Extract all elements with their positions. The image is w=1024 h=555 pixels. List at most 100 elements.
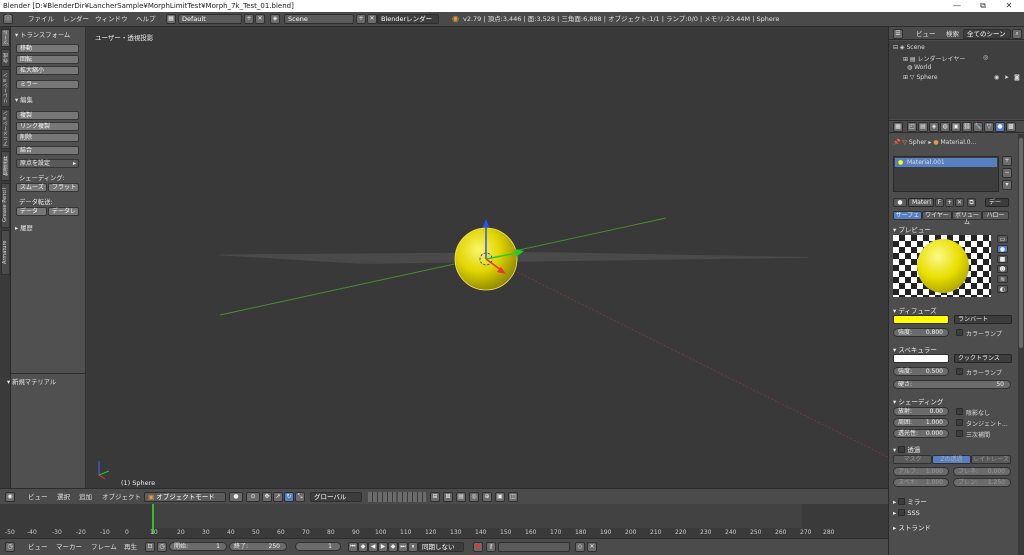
hardness-slider[interactable]: 硬さ: 50 bbox=[893, 380, 1011, 389]
scene-field[interactable]: Scene bbox=[284, 14, 354, 24]
translate-button[interactable]: 移動 bbox=[16, 44, 79, 53]
viewport-shading-icon[interactable]: ● bbox=[229, 492, 243, 502]
preview-range-icon[interactable]: ⊡ bbox=[145, 542, 155, 552]
snap-toggle-icon[interactable]: ⊠ bbox=[443, 492, 453, 502]
keying-set-field[interactable] bbox=[498, 542, 570, 552]
render-preview-icon[interactable]: ▣ bbox=[495, 492, 505, 502]
tab-surface[interactable]: サーフェ bbox=[893, 211, 922, 220]
render-engine-dropdown[interactable]: Blenderレンダー bbox=[377, 14, 439, 24]
outliner-display-dropdown[interactable]: 全てのシーン bbox=[963, 29, 1011, 39]
start-frame-field[interactable]: 開始: 1 bbox=[169, 542, 227, 551]
editor-type-icon[interactable]: ◷ bbox=[5, 542, 15, 552]
delete-keyframe-icon[interactable]: ✕ bbox=[587, 542, 597, 552]
mirror-header[interactable]: ▸ ミラー bbox=[893, 496, 927, 506]
data-transfer-button[interactable]: データ bbox=[16, 207, 47, 216]
transform-orientation-dropdown[interactable]: グローバル bbox=[310, 492, 362, 502]
properties-scrollbar[interactable] bbox=[1018, 134, 1024, 555]
3d-viewport[interactable]: ユーザー・透視投影 (1) Sphere bbox=[87, 27, 888, 488]
node-icon[interactable]: ⧉ bbox=[967, 198, 976, 207]
selectable-cursor-icon[interactable]: ➤ bbox=[1004, 74, 1009, 81]
opengl-render-icon[interactable]: ◫ bbox=[508, 492, 518, 502]
outliner-item-world[interactable]: ◍ World bbox=[907, 64, 931, 73]
render-tab-icon[interactable]: ◰ bbox=[907, 122, 917, 132]
tangent-shading-checkbox[interactable] bbox=[956, 419, 963, 426]
texture-tab-icon[interactable]: ▩ bbox=[1006, 122, 1016, 132]
mirror-checkbox[interactable] bbox=[898, 498, 906, 505]
tab-wire[interactable]: ワイヤー bbox=[922, 211, 952, 220]
menu-object[interactable]: オブジェクト bbox=[102, 493, 141, 502]
shading-header[interactable]: ▾ シェーディング bbox=[893, 396, 943, 406]
material-name-field[interactable]: Materi bbox=[908, 198, 934, 207]
fresnel-slider[interactable]: フレネ: 0.000 bbox=[953, 467, 1011, 476]
record-icon[interactable]: ● bbox=[473, 542, 483, 552]
sync-mode-dropdown[interactable]: 同期しない bbox=[418, 542, 464, 552]
outliner-item-render-layers[interactable]: ⊞ ▤ レンダーレイヤー ◎ bbox=[903, 54, 1023, 63]
screen-layout-field[interactable]: Default bbox=[178, 14, 242, 24]
fresnel-blend-slider[interactable]: ブレン: 1.250 bbox=[953, 478, 1011, 487]
duplicate-button[interactable]: 複製 bbox=[16, 111, 79, 120]
pivot-point-icon[interactable]: ⊙ bbox=[246, 492, 260, 502]
outliner-item-scene[interactable]: ⊟ ◈ Scene bbox=[893, 44, 925, 53]
new-material-icon[interactable]: + bbox=[945, 198, 954, 207]
object-tab-icon[interactable]: ▣ bbox=[951, 122, 961, 132]
transparency-mask-button[interactable]: マスク bbox=[893, 455, 932, 464]
editor-type-icon[interactable]: ⓘ bbox=[3, 14, 13, 24]
prev-keyframe-icon[interactable]: ◆ bbox=[358, 542, 368, 552]
specular-color-swatch[interactable] bbox=[893, 354, 949, 363]
end-frame-field[interactable]: 終了: 250 bbox=[229, 542, 287, 551]
menu-file[interactable]: ファイル bbox=[28, 15, 54, 24]
layers-grid-2[interactable] bbox=[398, 492, 426, 502]
specular-alpha-slider[interactable]: スペキ: 1.000 bbox=[893, 478, 949, 487]
shadeless-checkbox[interactable] bbox=[956, 408, 963, 415]
preview-sphere-icon[interactable]: ● bbox=[997, 245, 1008, 253]
search-icon[interactable]: ⌕ bbox=[1012, 29, 1022, 39]
transparency-zbuffer-button[interactable]: Zの透過 bbox=[932, 455, 971, 464]
scale-manipulator-icon[interactable]: ⤡ bbox=[295, 492, 305, 502]
proportional-edit-icon[interactable]: ◎ bbox=[469, 492, 479, 502]
specular-intensity-slider[interactable]: 強度: 0.500 bbox=[893, 367, 949, 376]
menu-marker[interactable]: マーカー bbox=[56, 543, 82, 552]
z-gizmo-arrow[interactable] bbox=[483, 219, 489, 227]
outliner-item-sphere[interactable]: ⊞ ▽ Sphere ◉ ➤ ◙ bbox=[903, 74, 1023, 83]
sss-checkbox[interactable] bbox=[898, 509, 906, 516]
menu-select[interactable]: 選択 bbox=[57, 493, 70, 502]
editor-type-icon[interactable]: ◉ bbox=[5, 492, 15, 502]
pin-icon[interactable]: 📌 bbox=[893, 139, 902, 146]
material-slots-list[interactable]: ● Material.001 bbox=[893, 156, 999, 192]
transparency-checkbox[interactable] bbox=[898, 446, 906, 453]
layers-grid[interactable] bbox=[368, 492, 396, 502]
menu-add[interactable]: 追加 bbox=[79, 493, 92, 502]
ambient-slider[interactable]: 周囲: 1.000 bbox=[893, 418, 949, 427]
play-icon[interactable]: ▶ bbox=[378, 542, 388, 552]
current-frame-field[interactable]: 1 bbox=[295, 542, 341, 551]
tab-armature[interactable]: Armature bbox=[1, 230, 10, 275]
preview-cube-icon[interactable]: ■ bbox=[997, 255, 1008, 263]
preview-sky-icon[interactable]: ◐ bbox=[997, 285, 1008, 293]
tab-volume[interactable]: ボリューム bbox=[952, 211, 982, 226]
timeline-editor[interactable]: -50 -40 -30 -20 -10 0 10 20 30 40 50 60 … bbox=[0, 504, 888, 538]
remove-scene-icon[interactable]: ✕ bbox=[367, 14, 377, 24]
new-material-header[interactable]: ▾ 新規マテリアル bbox=[7, 377, 56, 386]
snap-target-icon[interactable]: ⊕ bbox=[482, 492, 492, 502]
menu-help[interactable]: ヘルプ bbox=[136, 15, 156, 24]
remove-slot-icon[interactable]: − bbox=[1002, 168, 1012, 178]
close-button[interactable]: ✕ bbox=[998, 0, 1020, 12]
edit-header[interactable]: ▾ 編集 bbox=[15, 95, 33, 104]
translucency-slider[interactable]: 透光性: 0.000 bbox=[893, 429, 949, 438]
pause-icon[interactable]: ⏸ bbox=[408, 542, 418, 552]
render-layers-tab-icon[interactable]: ▤ bbox=[918, 122, 928, 132]
add-layout-icon[interactable]: + bbox=[244, 14, 254, 24]
strand-header[interactable]: ▸ ストランド bbox=[893, 522, 931, 532]
browse-material-icon[interactable]: ● bbox=[893, 198, 907, 207]
material-tab-icon[interactable]: ● bbox=[995, 122, 1005, 132]
add-slot-icon[interactable]: + bbox=[1002, 156, 1012, 166]
layout-icon[interactable]: ▦ bbox=[166, 14, 176, 24]
menu-render[interactable]: レンダー bbox=[63, 15, 89, 24]
unlink-material-icon[interactable]: ✕ bbox=[955, 198, 964, 207]
jump-end-icon[interactable]: ⏭ bbox=[398, 542, 408, 552]
cubic-interpolation-checkbox[interactable] bbox=[956, 430, 963, 437]
manipulator-toggle-icon[interactable]: ✥ bbox=[262, 492, 272, 502]
menu-search[interactable]: 検索 bbox=[946, 30, 959, 39]
insert-keyframe-icon[interactable]: ◇ bbox=[575, 542, 585, 552]
specular-header[interactable]: ▾ スペキュラー bbox=[893, 344, 937, 354]
